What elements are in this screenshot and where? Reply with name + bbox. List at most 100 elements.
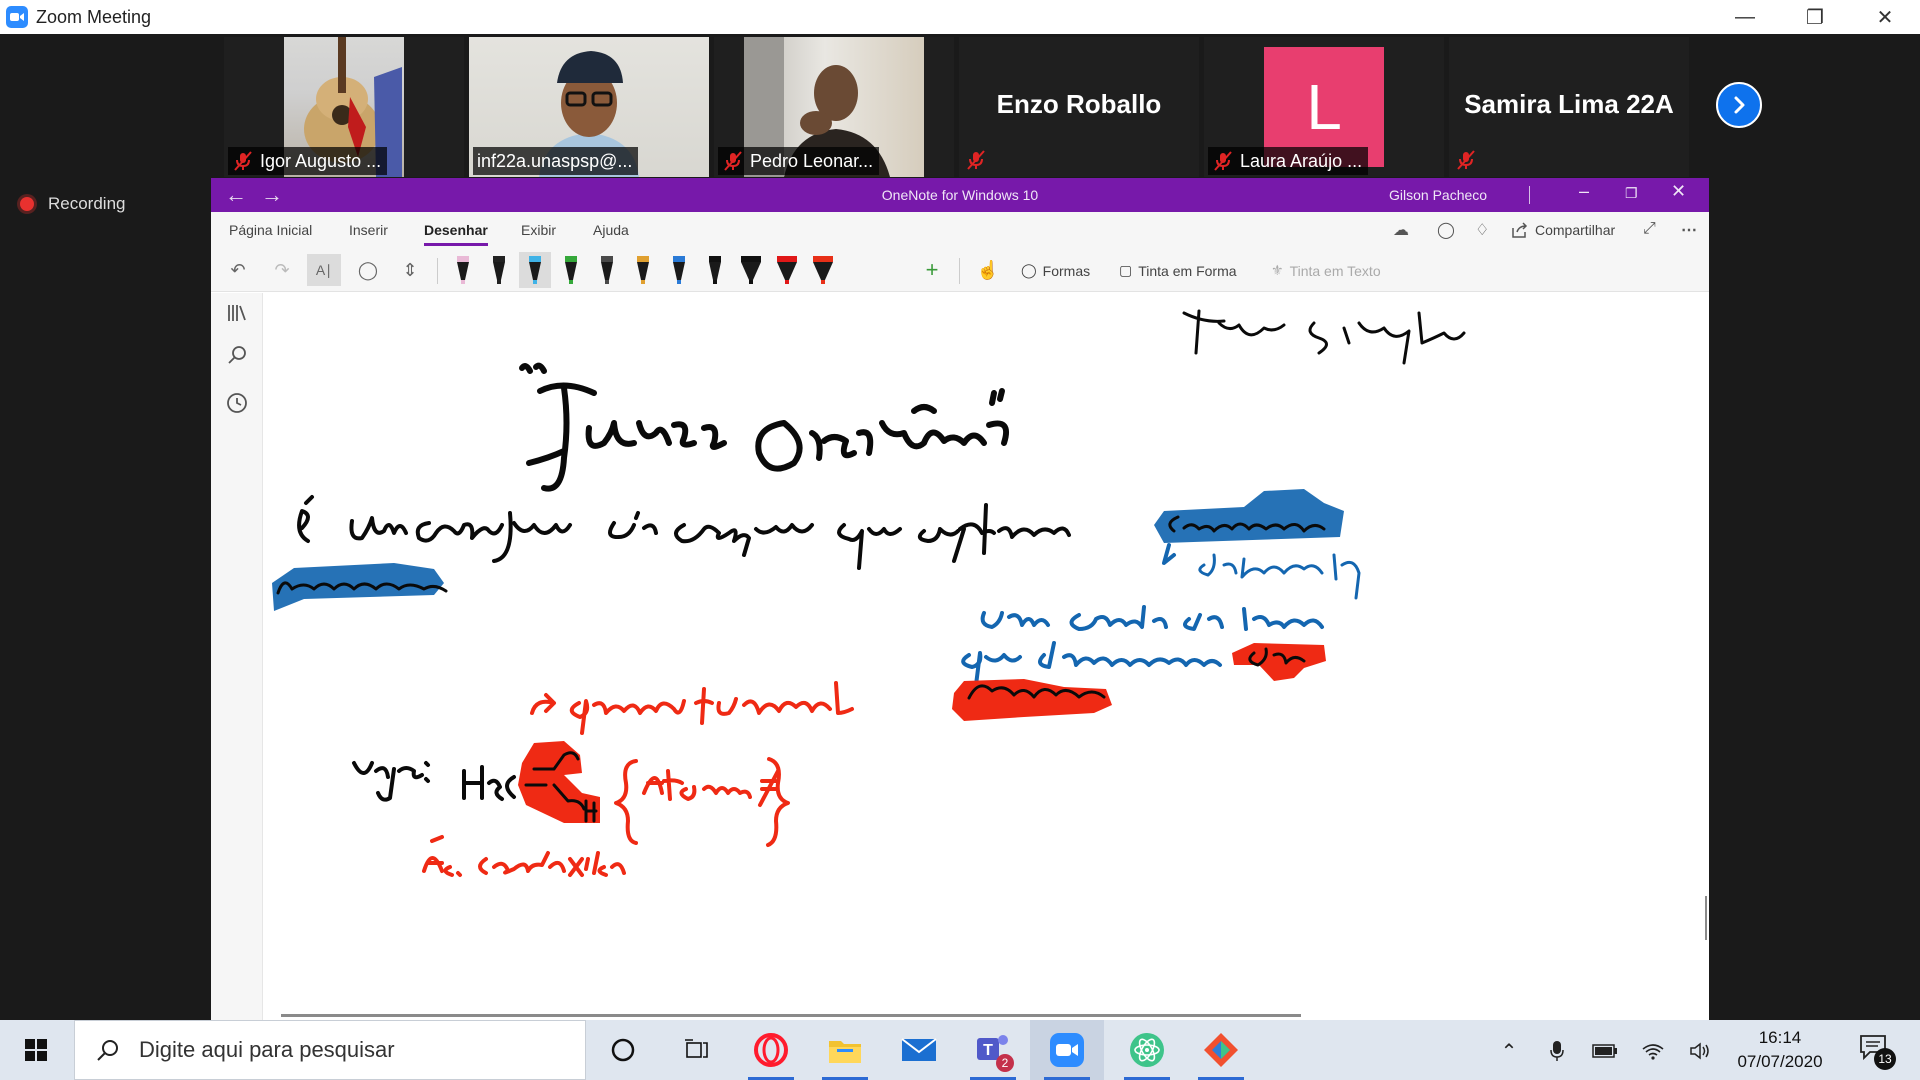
shapes-button[interactable]: ◯ Formas (1021, 262, 1090, 279)
tab-insert[interactable]: Inserir (349, 222, 388, 238)
participant-strip: Igor Augusto ... inf22a.unaspsp@... Pedr… (224, 37, 1694, 177)
shapes-label: Formas (1042, 262, 1091, 279)
participant-name: Samira Lima 22A (1464, 89, 1674, 119)
user-name[interactable]: Gilson Pacheco (1389, 187, 1487, 203)
title-separator (1529, 186, 1530, 204)
ink-title (519, 362, 1010, 492)
system-clock[interactable]: 16:14 07/07/2020 (1720, 1026, 1840, 1074)
taskbar-atom[interactable] (1110, 1020, 1184, 1080)
taskbar-teams[interactable]: T 2 (956, 1020, 1030, 1080)
pen-9-icon[interactable] (735, 252, 767, 288)
ink-to-text-icon: ⚜ (1271, 262, 1284, 278)
cortana-button[interactable] (586, 1020, 660, 1080)
close-button[interactable]: ✕ (1850, 0, 1920, 34)
microphone-icon[interactable] (1544, 1038, 1570, 1064)
windows-taskbar: Digite aqui para pesquisar T 2 ⌃ 16:14 0… (0, 1020, 1920, 1080)
tab-home[interactable]: Página Inicial (229, 222, 312, 238)
wifi-icon[interactable] (1640, 1038, 1666, 1064)
onenote-title-bar: ← → OneNote for Windows 10 Gilson Pachec… (211, 178, 1709, 212)
sync-icon[interactable]: ☁ (1393, 220, 1409, 240)
more-options-icon[interactable]: ⋯ (1681, 220, 1697, 240)
bell-icon[interactable]: ♢ (1475, 220, 1489, 240)
onenote-minimize-button[interactable]: – (1579, 181, 1589, 202)
ink-atomos (614, 757, 790, 847)
page-canvas[interactable] (264, 293, 1709, 1020)
taskbar-zoom[interactable] (1030, 1020, 1104, 1080)
redo-icon[interactable]: ↷ (265, 254, 299, 286)
pen-6-icon[interactable] (627, 252, 659, 288)
participant-tile[interactable]: L Laura Araújo ... (1204, 37, 1444, 177)
chevron-up-icon[interactable]: ⌃ (1496, 1038, 1522, 1064)
restore-button[interactable]: ❐ (1780, 0, 1850, 34)
tab-help[interactable]: Ajuda (593, 222, 629, 238)
onenote-close-button[interactable]: ✕ (1671, 181, 1686, 202)
pen-3-icon[interactable] (519, 252, 551, 288)
toolbar-separator (959, 258, 960, 284)
share-button[interactable]: Compartilhar (1511, 222, 1615, 238)
volume-icon[interactable] (1688, 1038, 1714, 1064)
next-page-button[interactable] (1716, 82, 1762, 128)
onenote-maximize-button[interactable]: ❐ (1625, 185, 1638, 202)
share-icon (1512, 222, 1528, 238)
windows-logo-icon (25, 1039, 47, 1061)
pen-7-icon[interactable] (663, 252, 695, 288)
ink-line1 (297, 495, 1071, 570)
add-pen-icon[interactable]: + (915, 254, 949, 286)
tab-view[interactable]: Exibir (521, 222, 556, 238)
minimize-button[interactable]: — (1710, 0, 1780, 34)
tab-draw[interactable]: Desenhar (424, 222, 488, 246)
taskbar-search[interactable]: Digite aqui para pesquisar (74, 1020, 586, 1080)
taskbar-file-explorer[interactable] (808, 1020, 882, 1080)
ink-to-text-label: Tinta em Texto (1289, 262, 1381, 279)
toolbar-separator (437, 258, 438, 284)
lasso-select-icon[interactable]: ◯ (351, 254, 385, 286)
participant-tile[interactable]: Pedro Leonar... (714, 37, 954, 177)
draw-toolbar: ↶ ↷ A∣ ◯ ⇕ + ☝ ◯ Formas ▢ Tinta em Forma ⚜… (211, 248, 1709, 292)
participant-tile[interactable]: Samira Lima 22A (1449, 37, 1689, 177)
participant-tile[interactable]: Igor Augusto ... (224, 37, 464, 177)
pen-11-icon[interactable] (807, 252, 839, 288)
participant-tile-active[interactable]: inf22a.unaspsp@... (469, 37, 709, 177)
ink-to-shape-button[interactable]: ▢ Tinta em Forma (1119, 262, 1237, 279)
pen-10-icon[interactable] (771, 252, 803, 288)
vertical-scrollbar[interactable] (1705, 896, 1707, 940)
notebooks-icon[interactable] (225, 301, 249, 325)
search-icon[interactable] (225, 343, 249, 367)
pen-8-icon[interactable] (699, 252, 731, 288)
muted-mic-icon (1457, 150, 1475, 170)
chevron-right-icon (1734, 96, 1745, 114)
participant-name: Enzo Roballo (996, 89, 1162, 119)
pen-4-icon[interactable] (555, 252, 587, 288)
ink-tripla-simples (1182, 309, 1466, 365)
pen-1-icon[interactable] (447, 252, 479, 288)
search-placeholder: Digite aqui para pesquisar (139, 1037, 395, 1062)
fullscreen-icon[interactable]: ⤢ (1643, 220, 1656, 238)
task-view-button[interactable] (660, 1020, 734, 1080)
ink-grupo-funcional (530, 681, 854, 735)
pen-2-icon[interactable] (483, 252, 515, 288)
start-button[interactable] (0, 1020, 72, 1080)
pen-5-icon[interactable] (591, 252, 623, 288)
battery-icon[interactable] (1592, 1038, 1618, 1064)
recording-indicator[interactable]: Recording (20, 194, 126, 214)
undo-icon[interactable]: ↶ (221, 254, 255, 286)
type-select-icon[interactable]: A∣ (307, 254, 341, 286)
ink-to-shape-label: Tinta em Forma (1138, 262, 1237, 279)
touch-draw-icon[interactable]: ☝ (971, 254, 1005, 286)
participant-tile[interactable]: Enzo Roballo (959, 37, 1199, 177)
git-icon (1204, 1033, 1238, 1067)
horizontal-scrollbar[interactable] (281, 1014, 1301, 1017)
add-space-icon[interactable]: ⇕ (393, 254, 427, 286)
recording-dot-icon (20, 197, 34, 211)
ink-to-text-button[interactable]: ⚜ Tinta em Texto (1271, 262, 1381, 279)
recent-clock-icon[interactable] (225, 391, 249, 415)
window-title: Zoom Meeting (36, 6, 152, 27)
participant-name: Igor Augusto ... (260, 150, 382, 171)
taskbar-opera[interactable] (734, 1020, 808, 1080)
taskbar-mail[interactable] (882, 1020, 956, 1080)
muted-mic-icon (232, 150, 254, 172)
action-center-button[interactable]: 13 (1858, 1032, 1896, 1070)
muted-mic-icon (967, 150, 985, 170)
taskbar-git[interactable] (1184, 1020, 1258, 1080)
lightbulb-icon[interactable]: ◯ (1437, 220, 1455, 240)
